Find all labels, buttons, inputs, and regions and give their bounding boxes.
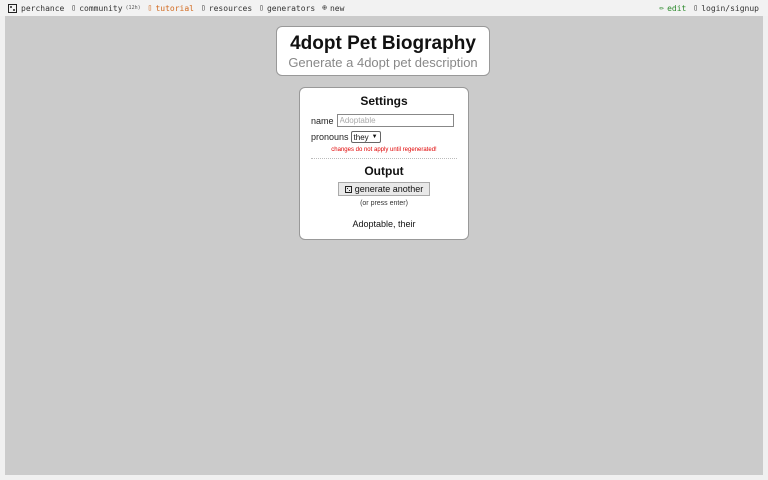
section-divider <box>311 158 457 159</box>
nav-brand-perchance[interactable]: perchance <box>8 3 65 13</box>
enter-hint: (or press enter) <box>360 199 408 207</box>
dice-icon <box>8 3 17 13</box>
name-label: name <box>311 115 334 126</box>
community-label: community <box>79 3 123 13</box>
chat-icon: ▯ <box>71 3 77 12</box>
nav-generators[interactable]: ▯ generators <box>259 4 315 13</box>
name-row: name <box>300 114 468 127</box>
info-icon: ▯ <box>200 3 206 12</box>
nav-new[interactable]: ⊕ new <box>322 4 344 13</box>
nav-community[interactable]: ▯ community (12h) <box>71 4 140 13</box>
pronouns-row: pronouns they ▼ <box>300 131 468 143</box>
title-card: 4dopt Pet Biography Generate a 4dopt pet… <box>276 26 490 76</box>
resources-label: resources <box>208 3 253 13</box>
output-heading: Output <box>364 164 404 178</box>
pencil-icon: ✏ <box>659 3 665 12</box>
tutorial-label: tutorial <box>155 3 194 13</box>
nav-left: perchance ▯ community (12h) ▯ tutorial ▯… <box>0 3 351 13</box>
pronouns-select[interactable]: they ▼ <box>350 131 381 143</box>
page-subtitle: Generate a 4dopt pet description <box>288 55 478 70</box>
edit-label: edit <box>667 3 687 13</box>
pronouns-selected-value: they <box>353 132 369 142</box>
list-icon: ▯ <box>259 3 264 12</box>
generate-button-label: generate another <box>354 184 424 194</box>
nav-login[interactable]: ▯ login/signup <box>693 4 759 13</box>
chevron-down-icon: ▼ <box>371 134 378 140</box>
nav-right: ✏ edit ▯ login/signup <box>659 4 768 13</box>
page-title: 4dopt Pet Biography <box>290 33 476 54</box>
login-label: login/signup <box>701 3 759 13</box>
name-input[interactable] <box>336 114 454 127</box>
generators-label: generators <box>266 3 316 13</box>
nav-edit[interactable]: ✏ edit <box>659 4 686 13</box>
pronouns-label: pronouns <box>311 132 349 142</box>
dice-icon <box>344 185 352 193</box>
book-icon: ▯ <box>147 3 153 12</box>
brand-label: perchance <box>21 3 65 13</box>
user-icon: ▯ <box>693 3 699 12</box>
community-count: (12h) <box>125 5 141 11</box>
nav-tutorial[interactable]: ▯ tutorial <box>148 4 194 13</box>
regenerate-warning: changes do not apply until regenerated! <box>331 147 437 153</box>
generator-stage: 4dopt Pet Biography Generate a 4dopt pet… <box>5 16 763 475</box>
nav-resources[interactable]: ▯ resources <box>201 4 252 13</box>
settings-heading: Settings <box>360 94 408 108</box>
generated-output: Adoptable, their <box>352 218 416 229</box>
generate-another-button[interactable]: generate another <box>337 182 431 196</box>
top-nav-bar: perchance ▯ community (12h) ▯ tutorial ▯… <box>0 0 768 16</box>
generator-panel: Settings name pronouns they ▼ changes do… <box>299 87 469 240</box>
new-label: new <box>329 3 345 13</box>
plus-icon: ⊕ <box>322 3 327 12</box>
